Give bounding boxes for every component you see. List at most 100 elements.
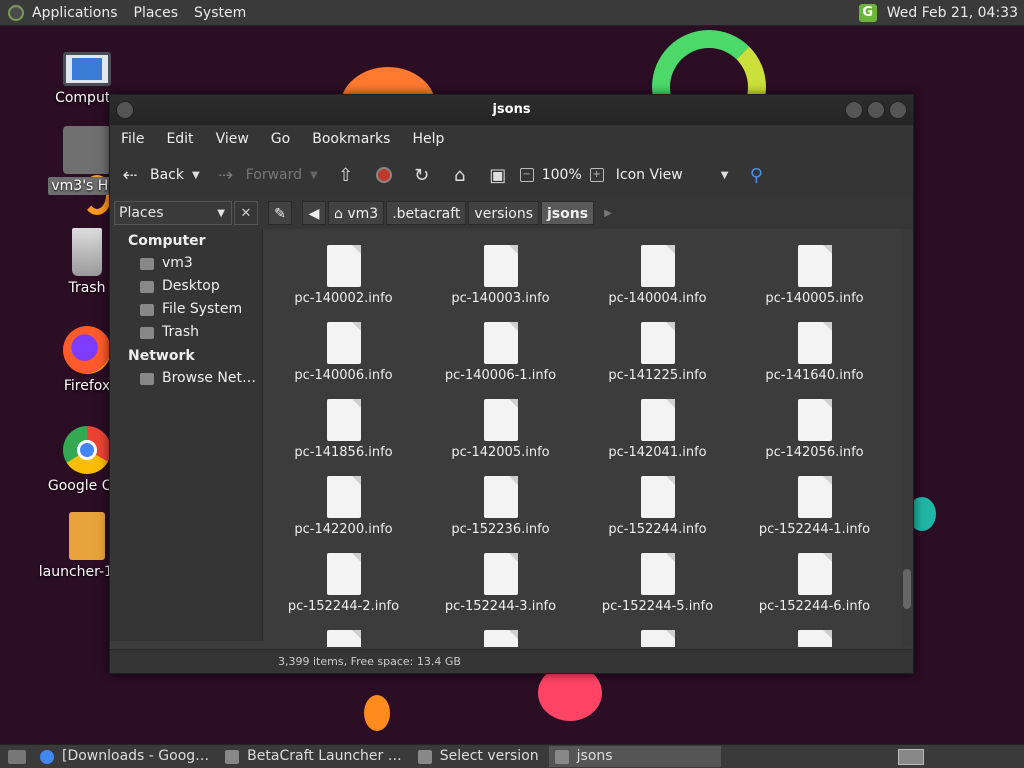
search-button[interactable]: ⚲	[746, 165, 766, 186]
stop-button[interactable]	[375, 167, 392, 183]
zoom-out-icon: −	[519, 168, 534, 182]
breadcrumb-vm3[interactable]: ⌂ vm3	[328, 201, 385, 225]
sidebar-item-vm3[interactable]: vm3	[110, 252, 262, 275]
file-item[interactable]: pc-141640.info	[736, 316, 893, 393]
up-arrow-icon: ⇧	[338, 164, 354, 186]
bottom-panel: [Downloads - Goog… BetaCraft Launcher … …	[0, 744, 1024, 768]
places-sidebar: Computer vm3 Desktop File System Trash N…	[110, 229, 263, 641]
document-icon	[326, 322, 361, 364]
close-icon[interactable]	[889, 101, 907, 119]
menu-edit[interactable]: Edit	[155, 131, 204, 147]
back-button[interactable]: ⇠ Back ▼	[120, 165, 200, 186]
breadcrumb-left-arrow[interactable]: ◀	[302, 201, 326, 225]
view-mode-select[interactable]: Icon View ▼	[616, 167, 729, 183]
clock[interactable]: Wed Feb 21, 04:33	[887, 5, 1018, 21]
sidebar-item-trash[interactable]: Trash	[110, 321, 262, 344]
window-menu-icon[interactable]	[116, 101, 134, 119]
breadcrumb-versions[interactable]: versions	[468, 201, 539, 225]
file-item[interactable]: pc-152244-3.info	[422, 547, 579, 624]
file-item[interactable]: pc-140005.info	[736, 239, 893, 316]
file-name: pc-141225.info	[608, 368, 707, 383]
sidebar-header-computer: Computer	[128, 233, 206, 249]
file-item[interactable]: pc-152244-2.info	[265, 547, 422, 624]
task-jsons[interactable]: jsons	[548, 746, 721, 767]
file-item[interactable]	[265, 624, 422, 647]
file-item[interactable]: pc-140002.info	[265, 239, 422, 316]
file-name: pc-152244.info	[608, 522, 707, 537]
trash-icon	[72, 228, 102, 276]
window-titlebar[interactable]: jsons	[110, 95, 913, 125]
file-item[interactable]: pc-142056.info	[736, 393, 893, 470]
menu-go[interactable]: Go	[260, 131, 301, 147]
folder-icon	[554, 749, 569, 764]
minimize-icon[interactable]	[845, 101, 863, 119]
zoom-in-button[interactable]: +	[589, 168, 604, 182]
document-icon	[797, 322, 832, 364]
file-item[interactable]: pc-142005.info	[422, 393, 579, 470]
breadcrumb-right-arrow[interactable]: ▶	[604, 208, 612, 219]
menu-system[interactable]: System	[186, 5, 254, 21]
file-item[interactable]: pc-140003.info	[422, 239, 579, 316]
reload-button[interactable]: ↻	[412, 165, 432, 186]
show-desktop-icon[interactable]	[8, 749, 26, 764]
task-downloads[interactable]: [Downloads - Goog…	[34, 746, 215, 767]
menu-help[interactable]: Help	[401, 131, 455, 147]
breadcrumb-betacraft[interactable]: .betacraft	[386, 201, 467, 225]
sidebar-mode-select[interactable]: Places ▼	[114, 201, 232, 225]
update-manager-icon[interactable]: G	[858, 3, 877, 22]
breadcrumb-jsons[interactable]: jsons	[541, 201, 595, 225]
file-item[interactable]: pc-152244.info	[579, 470, 736, 547]
file-item[interactable]: pc-142041.info	[579, 393, 736, 470]
up-button[interactable]: ⇧	[336, 165, 356, 186]
file-view[interactable]: pc-140002.info pc-140003.info pc-140004.in…	[265, 229, 899, 647]
task-select-version[interactable]: Select version	[412, 746, 545, 767]
file-item[interactable]: pc-152236.info	[422, 470, 579, 547]
maximize-icon[interactable]	[867, 101, 885, 119]
file-manager-window: jsons File Edit View Go Bookmarks Help ⇠…	[109, 94, 914, 674]
file-name: pc-140002.info	[294, 291, 393, 306]
edit-location-button[interactable]: ✎	[268, 201, 292, 225]
computer-button[interactable]: ▣	[488, 165, 508, 186]
menu-file[interactable]: File	[110, 131, 155, 147]
menu-places[interactable]: Places	[126, 5, 187, 21]
file-name: pc-142041.info	[608, 445, 707, 460]
file-item[interactable]: pc-140004.info	[579, 239, 736, 316]
file-item[interactable]	[422, 624, 579, 647]
chevron-down-icon[interactable]: ▼	[310, 170, 318, 181]
file-item[interactable]: pc-152244-6.info	[736, 547, 893, 624]
document-icon	[483, 476, 518, 518]
file-item[interactable]: pc-152244-1.info	[736, 470, 893, 547]
file-item[interactable]	[736, 624, 893, 647]
file-item[interactable]: pc-140006.info	[265, 316, 422, 393]
file-item[interactable]	[579, 624, 736, 647]
menu-view[interactable]: View	[205, 131, 260, 147]
distro-logo-icon[interactable]	[8, 4, 24, 21]
home-folder-icon	[63, 126, 111, 174]
file-item[interactable]: pc-141225.info	[579, 316, 736, 393]
close-sidebar-button[interactable]: ✕	[234, 201, 258, 225]
top-panel: Applications Places System G Wed Feb 21,…	[0, 0, 1024, 26]
document-icon	[640, 322, 675, 364]
document-icon	[326, 245, 361, 287]
task-betacraft[interactable]: BetaCraft Launcher …	[219, 746, 408, 767]
workspace-switcher[interactable]	[898, 748, 924, 765]
panel-tray: G Wed Feb 21, 04:33	[858, 0, 1018, 25]
zoom-level[interactable]: 100%	[542, 167, 582, 183]
package-icon	[69, 512, 105, 560]
scrollbar-thumb[interactable]	[903, 569, 911, 609]
file-item[interactable]: pc-142200.info	[265, 470, 422, 547]
zoom-out-button[interactable]: −	[519, 168, 534, 182]
sidebar-item-desktop[interactable]: Desktop	[110, 275, 262, 298]
menu-applications[interactable]: Applications	[24, 5, 126, 21]
sidebar-item-browse-network[interactable]: Browse Net…	[110, 367, 262, 390]
file-item[interactable]: pc-152244-5.info	[579, 547, 736, 624]
home-button[interactable]: ⌂	[450, 165, 470, 186]
menu-bookmarks[interactable]: Bookmarks	[301, 131, 401, 147]
status-bar: 3,399 items, Free space: 13.4 GB	[110, 649, 913, 673]
sidebar-item-file-system[interactable]: File System	[110, 298, 262, 321]
vertical-scrollbar[interactable]	[901, 229, 913, 647]
file-item[interactable]: pc-141856.info	[265, 393, 422, 470]
forward-button[interactable]: ⇢ Forward ▼	[216, 165, 318, 186]
chevron-down-icon[interactable]: ▼	[192, 170, 200, 181]
file-item[interactable]: pc-140006-1.info	[422, 316, 579, 393]
